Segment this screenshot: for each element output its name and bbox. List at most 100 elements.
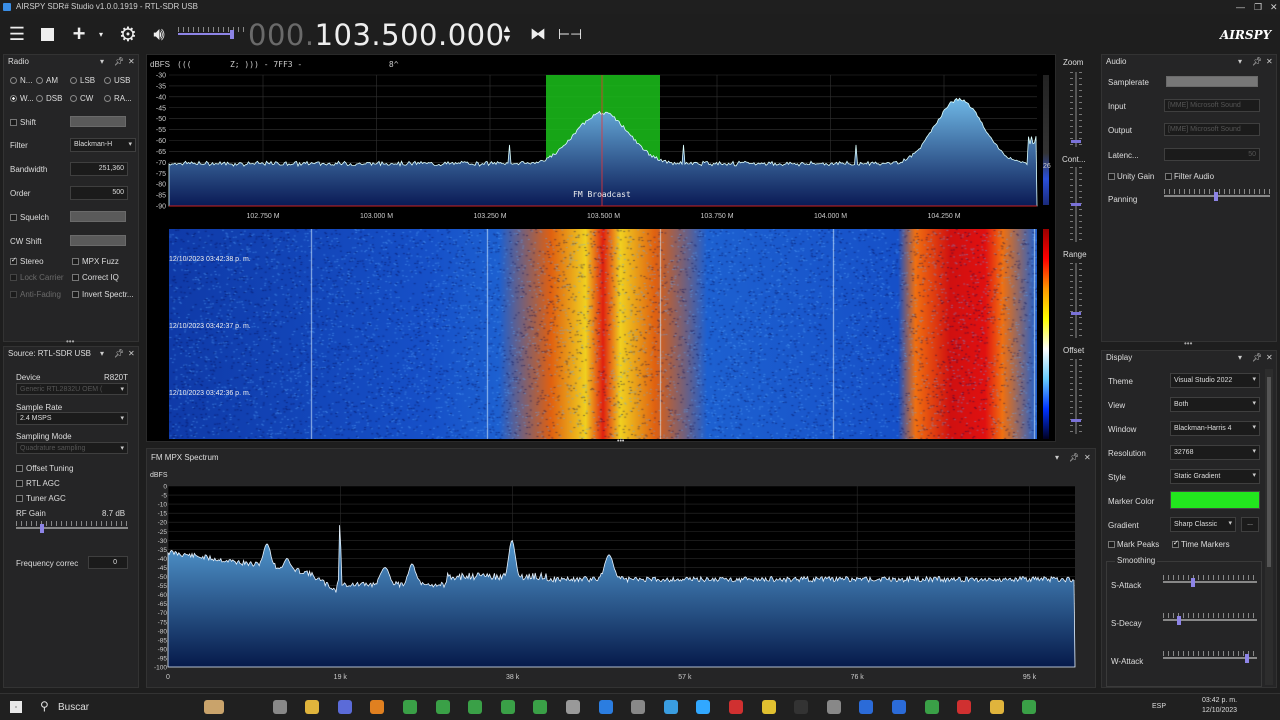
pin-icon[interactable]: 📌︎ <box>1252 55 1262 69</box>
antifading-checkbox[interactable] <box>10 291 17 298</box>
unitygain-checkbox[interactable] <box>1108 173 1115 180</box>
chrome-icon[interactable] <box>1022 700 1037 714</box>
samplerate-select[interactable]: 2.4 MSPS <box>16 412 128 425</box>
gradient-select[interactable]: Sharp Classic <box>1170 517 1236 532</box>
latency-input[interactable]: 50 <box>1164 148 1260 161</box>
app-icon[interactable] <box>924 700 939 714</box>
view-select[interactable]: Both <box>1170 397 1260 412</box>
gear-icon[interactable]: ⚙ <box>116 22 140 46</box>
cwshift-input[interactable] <box>70 235 126 246</box>
shift-checkbox[interactable] <box>10 119 17 126</box>
volume-slider[interactable] <box>178 27 244 41</box>
filter-select[interactable]: Blackman-H <box>70 138 136 152</box>
splitter-grip[interactable]: ••• <box>617 438 624 445</box>
window-select[interactable]: Blackman-Harris 4 <box>1170 421 1260 436</box>
squelch-checkbox[interactable] <box>10 214 17 221</box>
app-icon[interactable] <box>989 700 1004 714</box>
pin-icon[interactable]: 📌︎ <box>1069 451 1079 465</box>
taskbar-search[interactable]: Buscar <box>58 702 89 713</box>
chrome-icon[interactable] <box>500 700 515 714</box>
lockcarrier-checkbox[interactable] <box>10 274 17 281</box>
rtl-agc-checkbox[interactable] <box>16 480 23 487</box>
app-icon[interactable] <box>826 700 841 714</box>
close-icon[interactable]: ✕ <box>128 55 135 69</box>
sampling-mode-select[interactable]: Quadrature sampling <box>16 442 128 454</box>
bandwidth-input[interactable]: 251,360 <box>70 162 128 176</box>
rfgain-slider[interactable] <box>16 521 128 535</box>
gradient-edit-button[interactable]: ... <box>1241 517 1259 532</box>
sdecay-slider[interactable] <box>1163 613 1257 627</box>
close-icon[interactable]: ✕ <box>1266 351 1273 365</box>
opera-icon[interactable] <box>957 700 972 714</box>
mode-radio[interactable] <box>70 95 77 102</box>
sattack-slider[interactable] <box>1163 575 1257 589</box>
squelch-input[interactable] <box>70 211 126 222</box>
step-size-icon[interactable]: ⊢⊣ <box>558 22 582 46</box>
app-thumbnail-icon[interactable] <box>204 700 224 714</box>
zoom-slider[interactable] <box>1070 72 1082 147</box>
panel-grip[interactable]: ••• <box>1184 339 1192 348</box>
output-select[interactable]: [MME] Microsoft Sound <box>1164 123 1260 136</box>
tray-time[interactable]: 03:42 p. m. <box>1202 697 1237 704</box>
stereo-checkbox[interactable] <box>10 256 17 265</box>
order-input[interactable]: 500 <box>70 186 128 200</box>
app-icon[interactable] <box>794 700 809 714</box>
mpxfuzz-checkbox[interactable] <box>72 258 79 265</box>
offset-tuning-checkbox[interactable] <box>16 465 23 472</box>
close-icon[interactable]: ✕ <box>1266 55 1273 69</box>
frequency-display[interactable]: 000.103.500.000 <box>248 18 505 52</box>
display-scrollbar[interactable] <box>1265 369 1273 685</box>
discord-icon[interactable] <box>337 700 352 714</box>
pin-icon[interactable]: 📌︎ <box>114 347 124 361</box>
chrome-icon[interactable] <box>533 700 548 714</box>
maximize-button[interactable]: ❐ <box>1254 0 1262 14</box>
theme-select[interactable]: Visual Studio 2022 <box>1170 373 1260 388</box>
style-select[interactable]: Static Gradient <box>1170 469 1260 484</box>
panel-menu-icon[interactable]: ▾ <box>1238 55 1242 69</box>
vs-code-icon[interactable] <box>598 700 613 714</box>
input-select[interactable]: [MME] Microsoft Sound <box>1164 99 1260 112</box>
freqcorr-input[interactable]: 0 <box>88 556 128 569</box>
add-plugin-button[interactable]: + <box>66 21 92 46</box>
mode-radio[interactable] <box>10 95 17 102</box>
tray-date[interactable]: 12/10/2023 <box>1202 707 1237 714</box>
panel-menu-icon[interactable]: ▾ <box>100 55 104 69</box>
close-window-button[interactable]: ✕ <box>1270 0 1278 14</box>
resolution-select[interactable]: 32768 <box>1170 445 1260 460</box>
timemarkers-checkbox[interactable] <box>1172 539 1179 548</box>
menu-icon[interactable]: ☰ <box>6 22 28 46</box>
device-select[interactable]: Generic RTL2832U OEM ( <box>16 383 128 395</box>
mode-radio[interactable] <box>104 77 111 84</box>
panel-grip[interactable]: ••• <box>66 337 74 346</box>
pin-icon[interactable]: 📌︎ <box>1252 351 1262 365</box>
youtube-icon[interactable] <box>729 700 743 714</box>
browser-icon[interactable] <box>663 700 678 714</box>
shift-input[interactable] <box>70 116 126 127</box>
invert-checkbox[interactable] <box>72 291 79 298</box>
markpeaks-checkbox[interactable] <box>1108 541 1115 548</box>
chrome-icon[interactable] <box>468 700 483 714</box>
edge-icon[interactable] <box>272 700 287 714</box>
mpx-plot[interactable]: 0 -5 -10 -15 -20 -25 -30 -35 -40 -45 -50 -55 -60 -65 -… <box>147 479 1097 687</box>
contrast-slider[interactable] <box>1070 167 1082 242</box>
spectrum-plot[interactable]: -30-35-40-45-50-55-60-65-70-75-80-85-90 … <box>147 55 1057 227</box>
panning-slider[interactable] <box>1164 189 1270 203</box>
terminal-icon[interactable] <box>631 700 646 714</box>
app-icon[interactable] <box>859 700 874 714</box>
app-icon[interactable] <box>892 700 906 714</box>
mode-radio[interactable] <box>36 77 43 84</box>
stop-button[interactable] <box>36 22 58 46</box>
close-icon[interactable]: ✕ <box>128 347 135 361</box>
filteraudio-checkbox[interactable] <box>1165 173 1172 180</box>
audio-samplerate-select[interactable] <box>1166 76 1258 87</box>
close-icon[interactable]: ✕ <box>1084 451 1091 465</box>
wattack-slider[interactable] <box>1163 651 1257 665</box>
file-explorer-icon[interactable] <box>305 700 320 714</box>
mode-radio[interactable] <box>70 77 77 84</box>
correctiq-checkbox[interactable] <box>72 274 79 281</box>
tune-updown-icon[interactable]: ▲ ▼ <box>497 22 517 46</box>
app-icon[interactable] <box>761 700 776 714</box>
windows-start-icon[interactable] <box>10 701 22 713</box>
chatgpt-icon[interactable] <box>566 700 580 714</box>
marker-color-swatch[interactable] <box>1170 491 1260 509</box>
